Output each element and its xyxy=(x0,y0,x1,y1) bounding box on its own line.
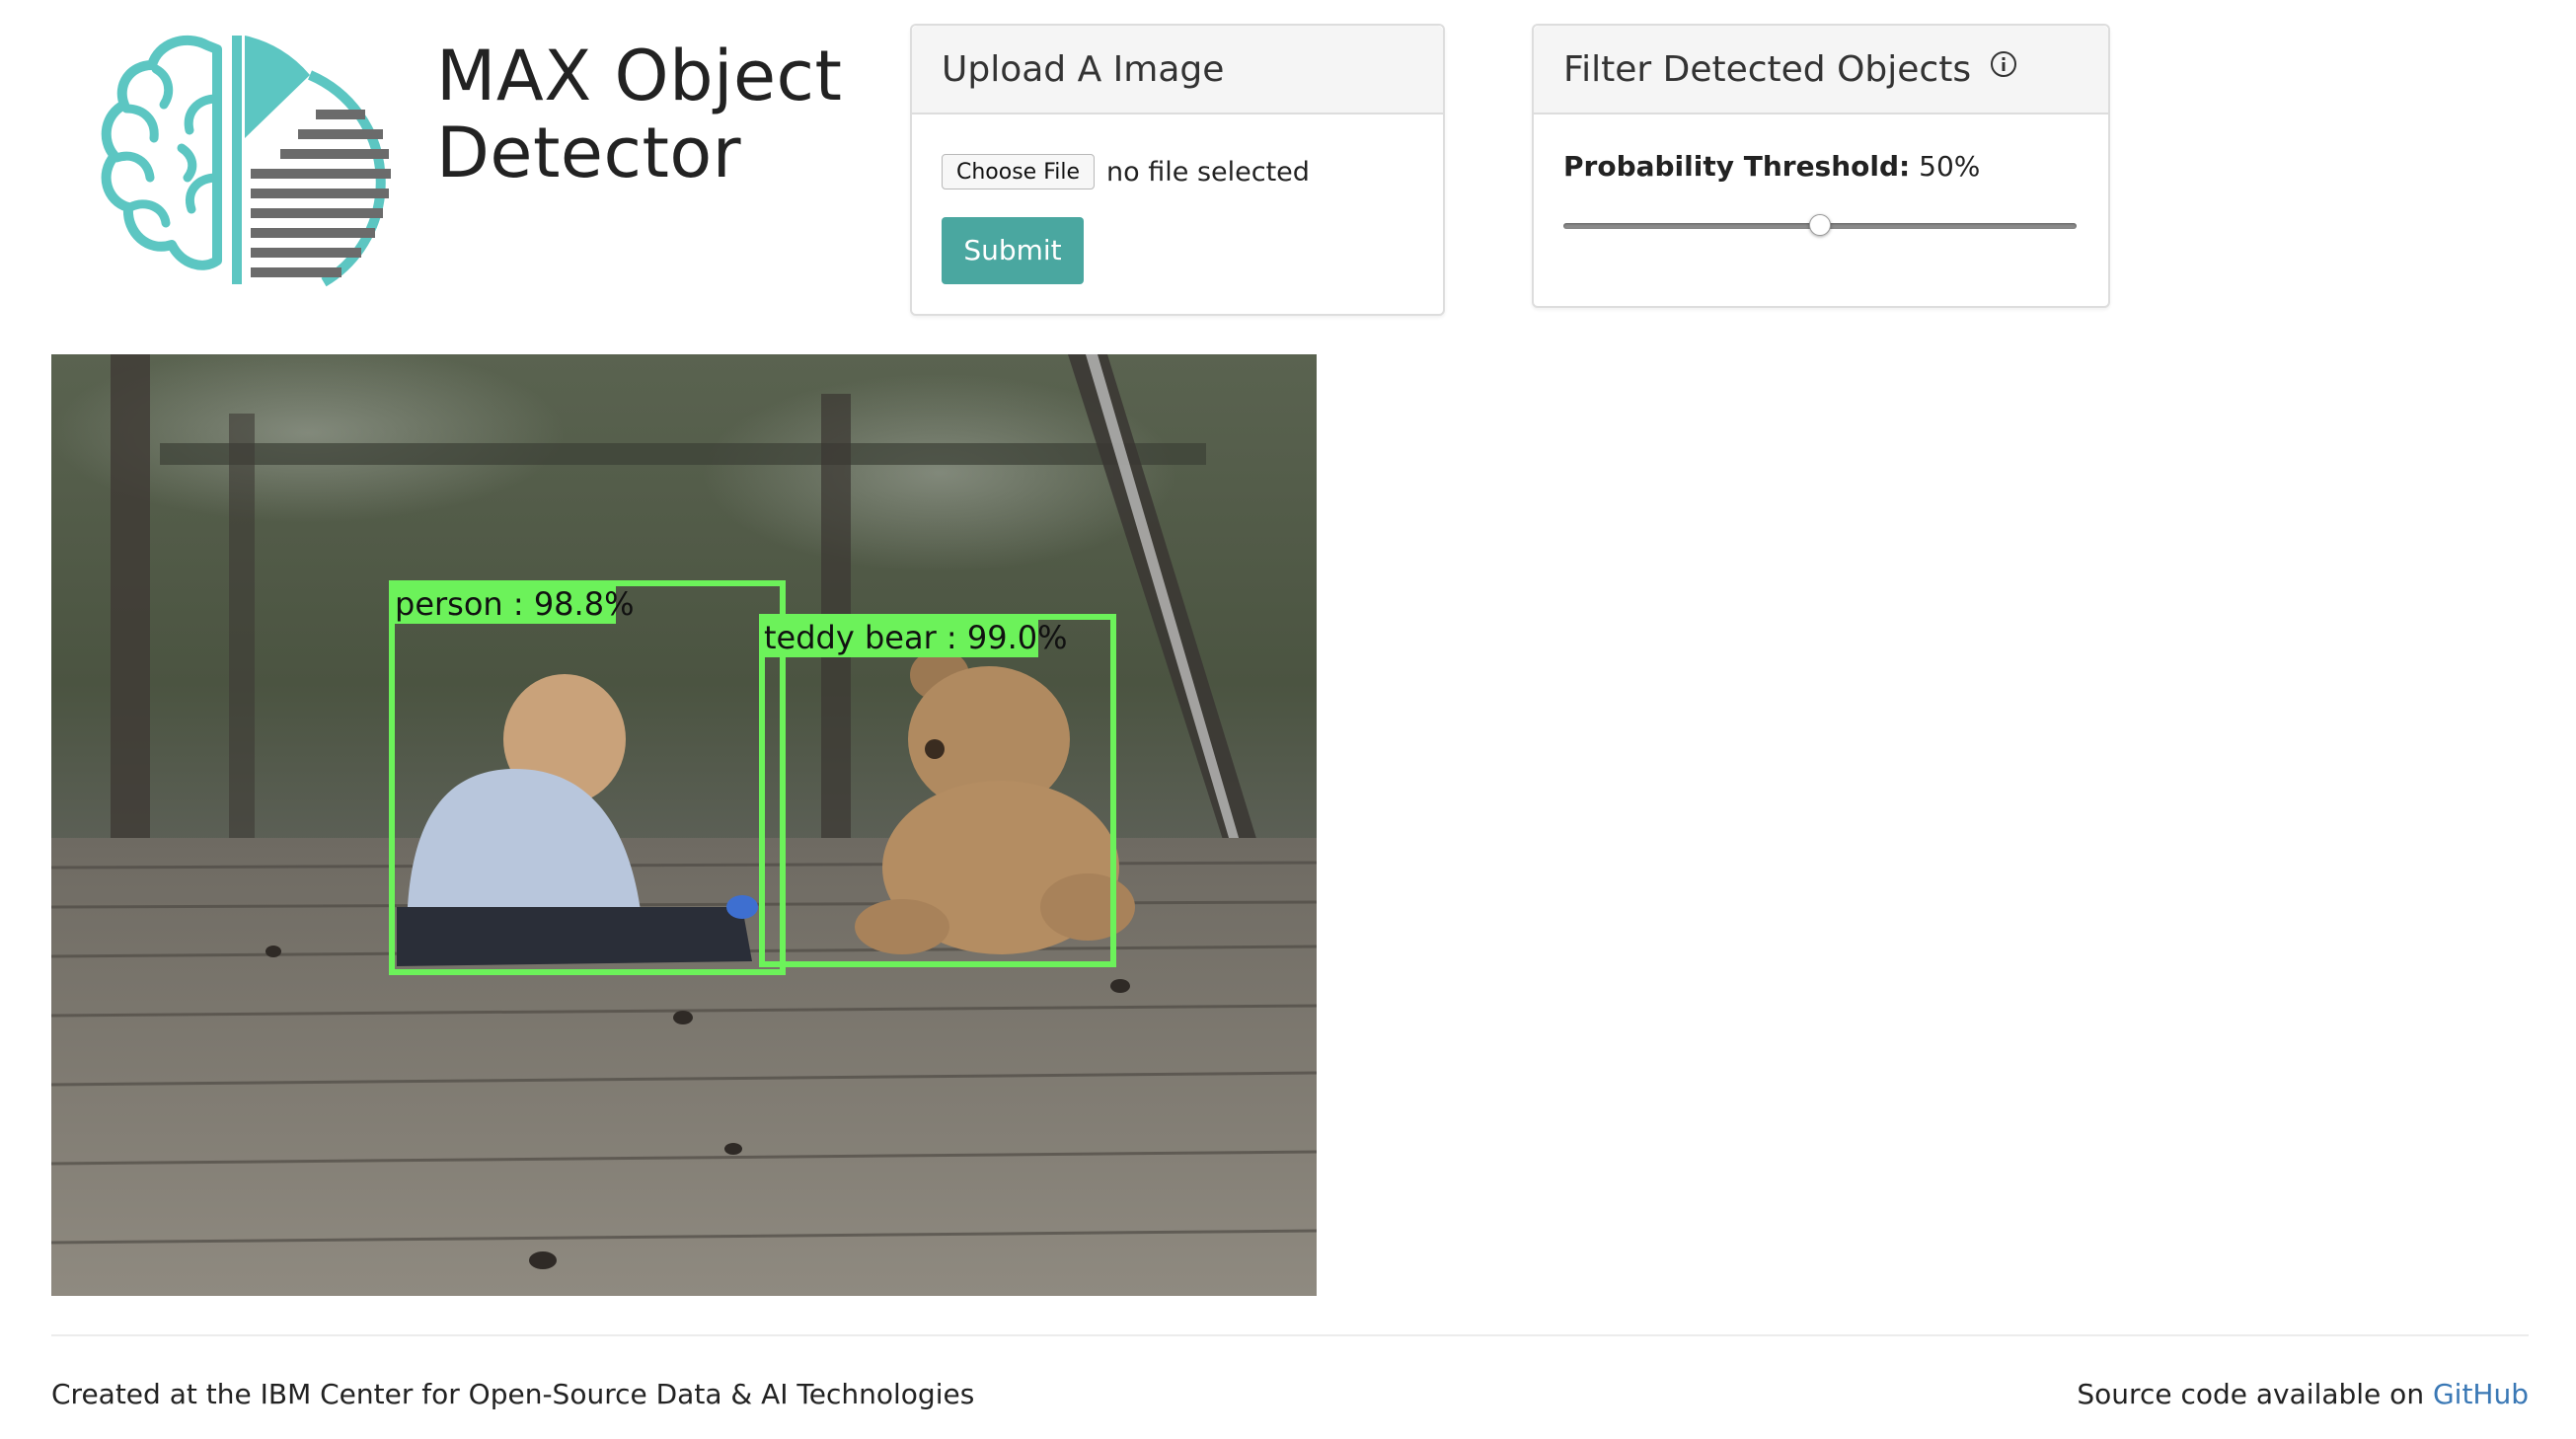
github-link[interactable]: GitHub xyxy=(2433,1378,2529,1410)
filter-panel-heading: Filter Detected Objects xyxy=(1534,26,2108,114)
file-status-text: no file selected xyxy=(1106,156,1310,188)
filter-heading-text: Filter Detected Objects xyxy=(1563,49,1972,90)
app-title-line-2: Detector xyxy=(436,113,742,193)
upload-panel: Upload A Image Choose File no file selec… xyxy=(910,24,1445,316)
detection-result-image: person : 98.8% teddy bear : 99.0% xyxy=(51,354,1317,1296)
threshold-slider-thumb[interactable] xyxy=(1809,214,1831,236)
detection-label-teddy-bear: teddy bear : 99.0% xyxy=(764,619,1068,656)
threshold-slider[interactable] xyxy=(1563,214,2077,236)
submit-button[interactable]: Submit xyxy=(942,217,1084,284)
footer-divider xyxy=(51,1334,2529,1336)
app-title: MAX Object Detector xyxy=(436,38,890,191)
threshold-label-row: Probability Threshold: 50% xyxy=(1563,150,1980,183)
threshold-label: Probability Threshold: xyxy=(1563,150,1911,183)
choose-file-button[interactable]: Choose File xyxy=(942,154,1096,189)
upload-panel-heading: Upload A Image xyxy=(912,26,1443,114)
footer-source-prefix: Source code available on xyxy=(2077,1378,2425,1410)
footer-source: Source code available on GitHub xyxy=(2077,1378,2529,1410)
threshold-value: 50% xyxy=(1919,150,1981,183)
info-icon[interactable] xyxy=(1989,24,2018,113)
app-title-line-1: MAX Object xyxy=(436,36,843,116)
footer-credit: Created at the IBM Center for Open-Sourc… xyxy=(51,1378,975,1410)
detection-label-person: person : 98.8% xyxy=(395,585,634,623)
file-input[interactable]: Choose File no file selected xyxy=(942,152,1310,191)
max-logo xyxy=(87,30,403,306)
filter-panel: Filter Detected Objects Probability Thre… xyxy=(1532,24,2110,308)
